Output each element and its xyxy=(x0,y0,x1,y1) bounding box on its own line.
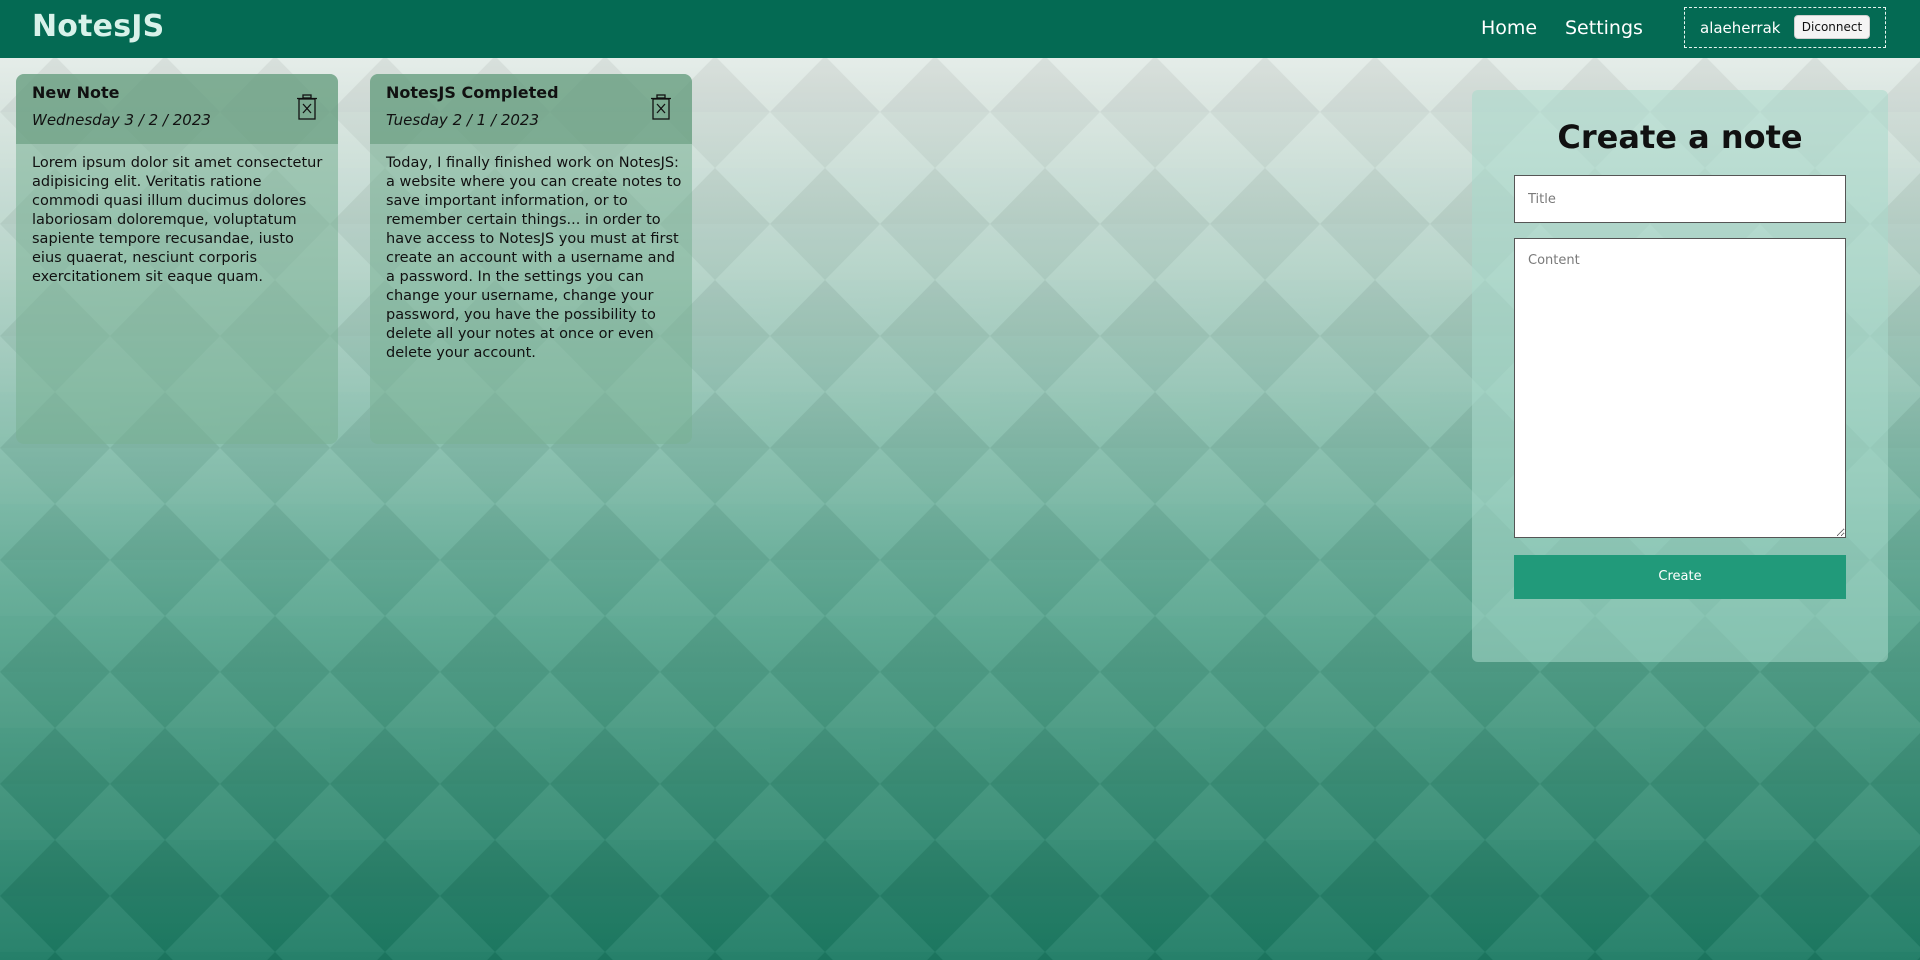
brand-logo[interactable]: NotesJS xyxy=(32,9,164,44)
note-header: New Note Wednesday 3 / 2 / 2023 xyxy=(16,74,338,144)
navbar: NotesJS Home Settings alaeherrak Diconne… xyxy=(0,0,1920,58)
note-content: Lorem ipsum dolor sit amet consectetur a… xyxy=(32,155,323,285)
user-box: alaeherrak Diconnect xyxy=(1684,7,1886,48)
trash-icon[interactable] xyxy=(296,94,318,120)
note-card: New Note Wednesday 3 / 2 / 2023 Lorem ip… xyxy=(16,74,338,444)
note-card: NotesJS Completed Tuesday 2 / 1 / 2023 T… xyxy=(370,74,692,444)
nav-home-link[interactable]: Home xyxy=(1481,17,1537,39)
note-content: Today, I finally finished work on NotesJ… xyxy=(386,155,682,361)
note-title: NotesJS Completed xyxy=(386,83,559,102)
note-date: Tuesday 2 / 1 / 2023 xyxy=(386,111,540,129)
create-note-heading: Create a note xyxy=(1557,118,1803,156)
create-button[interactable]: Create xyxy=(1514,555,1846,599)
note-title: New Note xyxy=(32,83,120,102)
content-textarea[interactable] xyxy=(1514,238,1846,538)
trash-icon[interactable] xyxy=(650,94,672,120)
nav-settings-link[interactable]: Settings xyxy=(1565,17,1643,39)
create-note-panel: Create a note Create xyxy=(1472,90,1888,662)
title-input[interactable] xyxy=(1514,175,1846,223)
note-date: Wednesday 3 / 2 / 2023 xyxy=(32,111,211,129)
note-header: NotesJS Completed Tuesday 2 / 1 / 2023 xyxy=(370,74,692,144)
username: alaeherrak xyxy=(1700,19,1781,37)
disconnect-button[interactable]: Diconnect xyxy=(1794,15,1870,39)
